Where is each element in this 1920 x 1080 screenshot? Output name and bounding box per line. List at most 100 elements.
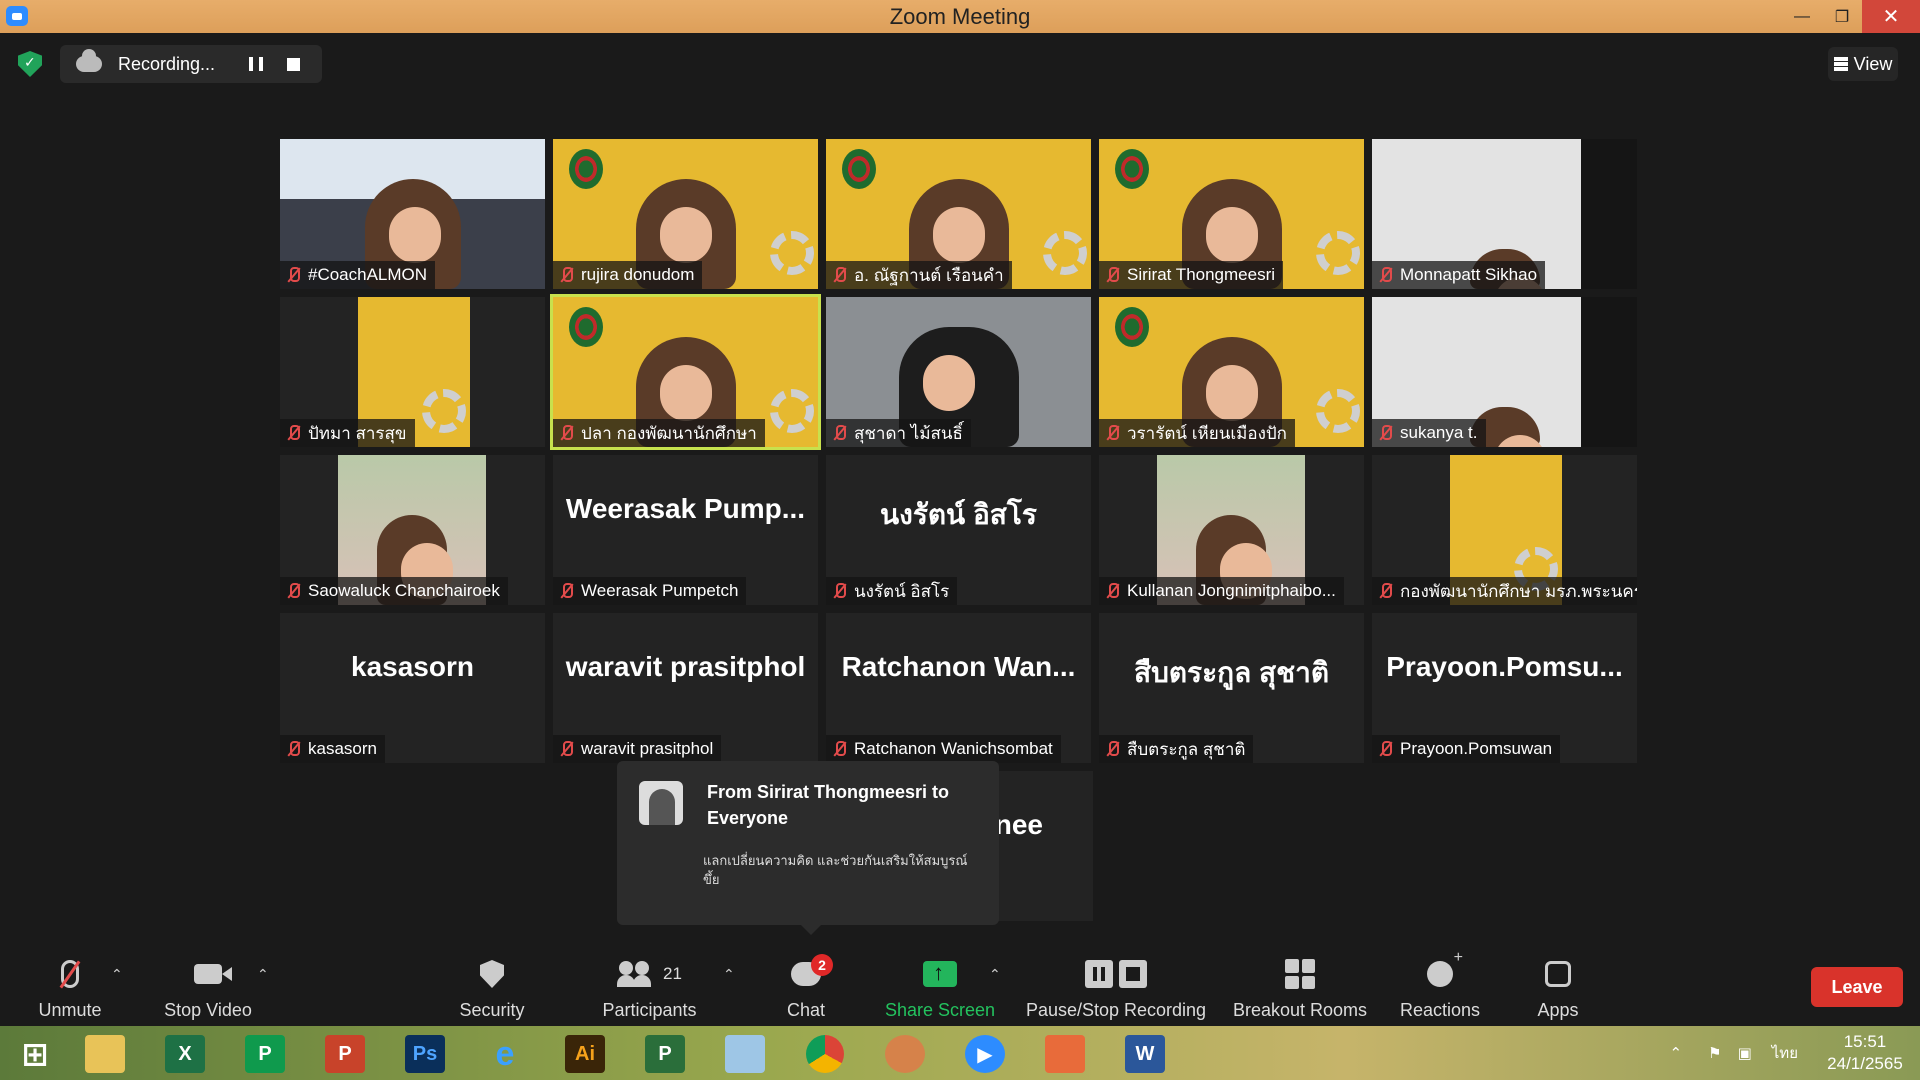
unmute-label: Unmute <box>38 1000 102 1020</box>
participant-name: Saowaluck Chanchairoek <box>308 581 500 600</box>
video-options-chevron-icon[interactable]: ⌃ <box>257 966 269 983</box>
participant-name-tag: อ. ณัฐกานต์ เรือนคำ <box>826 261 1012 289</box>
participant-name: #CoachALMON <box>308 265 428 284</box>
input-language[interactable]: ไทย <box>1772 1041 1798 1065</box>
reactions-button[interactable]: Reactions <box>1398 946 1482 1026</box>
chat-label: Chat <box>786 1000 826 1020</box>
close-button[interactable]: ✕ <box>1862 0 1920 33</box>
taskbar-internet-explorer-icon[interactable]: e <box>470 1031 540 1077</box>
participant-tile[interactable]: sukanya t. <box>1372 297 1637 447</box>
muted-mic-icon <box>1105 582 1119 600</box>
taskbar-word-icon[interactable]: W <box>1110 1031 1180 1077</box>
tray-expand-chevron-icon[interactable]: ⌃ <box>1670 1044 1683 1062</box>
unmute-button[interactable]: Unmute <box>30 946 110 1026</box>
participant-tile[interactable]: Sirirat Thongmeesri <box>1099 139 1364 289</box>
security-button[interactable]: Security <box>452 946 532 1026</box>
taskbar-file-explorer-icon[interactable] <box>70 1031 140 1077</box>
taskbar-paint-icon[interactable] <box>870 1031 940 1077</box>
windows-taskbar: ⊞ X P P Ps e Ai P ▶ W ⌃ ⚑ ▣ ไทย 15:51 24… <box>0 1026 1920 1080</box>
taskbar-zoom-icon[interactable]: ▶ <box>950 1031 1020 1077</box>
participant-tile[interactable]: ปัทมา สารสุข <box>280 297 545 447</box>
minimize-button[interactable]: — <box>1782 0 1822 33</box>
university-emblem-icon <box>1115 149 1149 189</box>
system-tray: ⌃ ⚑ ▣ ไทย 15:51 24/1/2565 <box>1670 1026 1920 1080</box>
participant-name: waravit prasitphol <box>581 739 714 758</box>
participants-options-chevron-icon[interactable]: ⌃ <box>723 966 735 983</box>
participant-name: Kullanan Jongnimitphaibo... <box>1127 581 1336 600</box>
stop-recording-icon[interactable] <box>287 57 300 71</box>
participant-tile[interactable]: #CoachALMON <box>280 139 545 289</box>
leave-button[interactable]: Leave <box>1811 967 1903 1007</box>
participant-name-tag: sukanya t. <box>1372 419 1486 447</box>
participant-tile[interactable]: สุชาดา ไม้สนธิ์ <box>826 297 1091 447</box>
pause-recording-icon[interactable] <box>249 57 263 71</box>
participant-tile[interactable]: Kullanan Jongnimitphaibo... <box>1099 455 1364 605</box>
pause-stop-recording-button[interactable]: Pause/Stop Recording <box>1025 946 1207 1026</box>
participant-tile[interactable]: วรารัตน์ เหียนเมืองปัก <box>1099 297 1364 447</box>
participant-tile[interactable]: Monnapatt Sikhao <box>1372 139 1637 289</box>
clock-time: 15:51 <box>1843 1032 1887 1051</box>
participant-tile[interactable]: waravit prasitphol waravit prasitphol <box>553 613 818 763</box>
participant-tile[interactable]: นงรัตน์ อิสโร นงรัตน์ อิสโร <box>826 455 1091 605</box>
muted-mic-icon <box>1105 266 1119 284</box>
participant-big-name: Weerasak Pump... <box>565 493 806 524</box>
share-screen-button[interactable]: Share Screen <box>882 946 998 1026</box>
gear-icon <box>770 231 814 275</box>
taskbar-photoshop-icon[interactable]: Ps <box>390 1031 460 1077</box>
breakout-rooms-button[interactable]: Breakout Rooms <box>1230 946 1370 1026</box>
participant-tile[interactable]: rujira donudom <box>553 139 818 289</box>
participant-name: Sirirat Thongmeesri <box>1127 265 1276 284</box>
muted-mic-icon <box>286 424 300 442</box>
participant-tile[interactable]: kasasorn kasasorn <box>280 613 545 763</box>
taskbar-notes-icon[interactable] <box>710 1031 780 1077</box>
muted-mic-icon <box>559 740 573 758</box>
start-button[interactable]: ⊞ <box>0 1031 70 1077</box>
network-icon[interactable]: ▣ <box>1738 1044 1752 1062</box>
chat-from: From Sirirat Thongmeesri to Everyone <box>707 782 950 828</box>
taskbar-office-icon[interactable] <box>1030 1031 1100 1077</box>
chat-button[interactable]: 2 Chat <box>776 946 836 1026</box>
taskbar-excel-icon[interactable]: X <box>150 1031 220 1077</box>
share-options-chevron-icon[interactable]: ⌃ <box>989 966 1001 983</box>
taskbar-powerpoint-icon[interactable]: P <box>310 1031 380 1077</box>
taskbar-clock[interactable]: 15:51 24/1/2565 <box>1810 1031 1920 1075</box>
participant-name: วรารัตน์ เหียนเมืองปัก <box>1127 423 1287 443</box>
meeting-toolbar: Unmute ⌃ Stop Video ⌃ Security 21 Partic… <box>0 946 1920 1026</box>
participant-tile[interactable]: ปลา กองพัฒนานักศึกษา <box>550 294 821 450</box>
taskbar-chrome-icon[interactable] <box>790 1031 860 1077</box>
participant-name-tag: #CoachALMON <box>280 261 436 289</box>
stop-video-button[interactable]: Stop Video <box>158 946 258 1026</box>
participant-name-tag: สุชาดา ไม้สนธิ์ <box>826 419 971 447</box>
taskbar-illustrator-icon[interactable]: Ai <box>550 1031 620 1077</box>
participant-big-name: kasasorn <box>351 651 474 682</box>
chat-notification-popup[interactable]: From Sirirat Thongmeesri to Everyone แลก… <box>617 761 999 935</box>
chat-bubble-icon: 2 <box>791 954 833 986</box>
muted-mic-icon <box>559 266 573 284</box>
muted-mic-icon <box>286 582 300 600</box>
apps-button[interactable]: Apps <box>1532 946 1584 1026</box>
muted-mic-icon <box>1105 424 1119 442</box>
encryption-shield-icon[interactable] <box>18 51 42 77</box>
participant-name-tag: Sirirat Thongmeesri <box>1099 261 1284 289</box>
recording-label: Recording... <box>118 53 216 74</box>
reactions-smiley-icon <box>1427 949 1463 987</box>
participant-tile[interactable]: สืบตระกูล สุชาติ สืบตระกูล สุชาติ <box>1099 613 1364 763</box>
participant-tile[interactable]: Prayoon.Pomsu... Prayoon.Pomsuwan <box>1372 613 1637 763</box>
university-emblem-icon <box>842 149 876 189</box>
participant-name-tag: kasasorn <box>280 735 385 763</box>
participant-tile[interactable]: Ratchanon Wan... Ratchanon Wanichsombat <box>826 613 1091 763</box>
participant-tile[interactable]: อ. ณัฐกานต์ เรือนคำ <box>826 139 1091 289</box>
audio-options-chevron-icon[interactable]: ⌃ <box>111 966 123 983</box>
participant-tile[interactable]: Weerasak Pump... Weerasak Pumpetch <box>553 455 818 605</box>
participant-tile[interactable]: Saowaluck Chanchairoek <box>280 455 545 605</box>
participant-tile[interactable]: กองพัฒนานักศึกษา มรภ.พระนคร <box>1372 455 1637 605</box>
pause-stop-recording-label: Pause/Stop Recording <box>1025 1000 1207 1020</box>
view-button[interactable]: View <box>1828 47 1898 81</box>
grid-view-icon <box>1833 57 1848 71</box>
taskbar-project-icon[interactable]: P <box>630 1031 700 1077</box>
participant-name: Monnapatt Sikhao <box>1400 265 1538 284</box>
participants-button[interactable]: 21 Participants <box>597 946 702 1026</box>
taskbar-publisher-icon[interactable]: P <box>230 1031 300 1077</box>
restore-button[interactable]: ❐ <box>1822 0 1862 33</box>
action-center-flag-icon[interactable]: ⚑ <box>1708 1044 1721 1062</box>
